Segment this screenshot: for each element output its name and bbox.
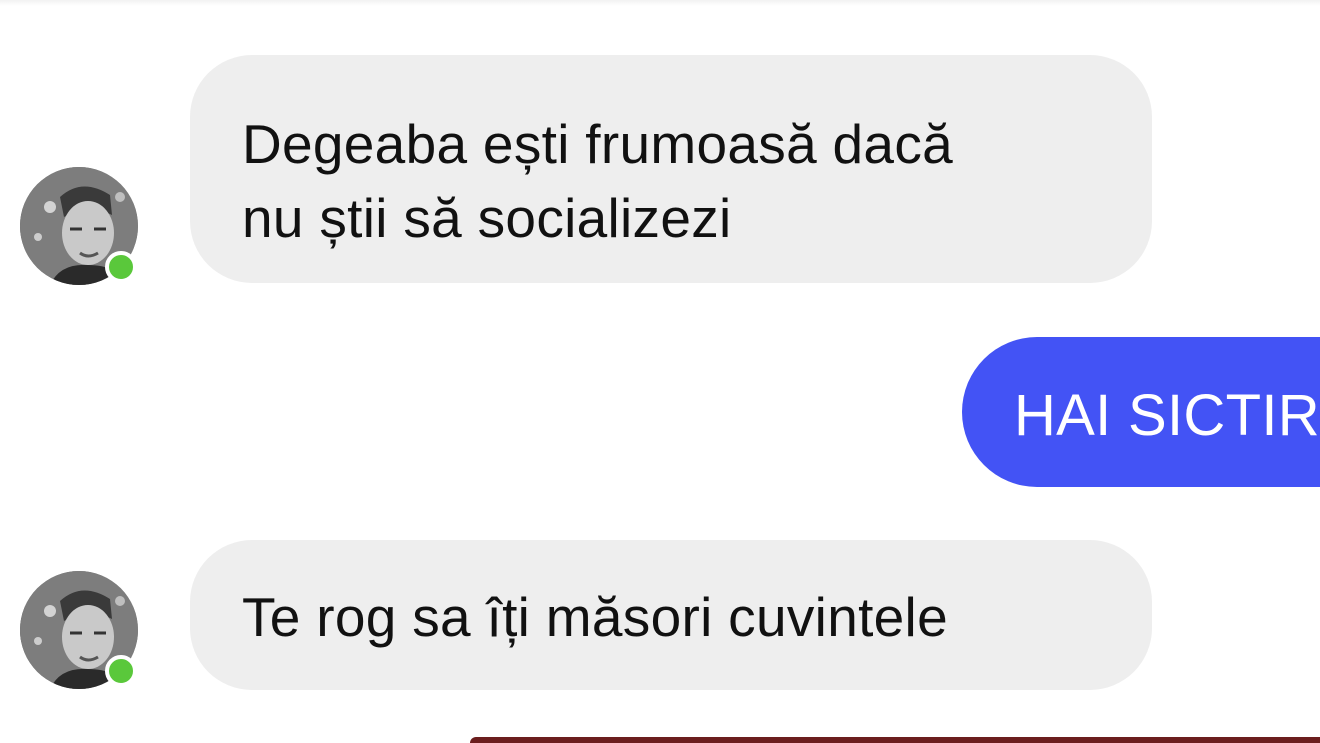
incoming-message-bubble[interactable]: Te rog sa îți măsori cuvintele xyxy=(190,540,1152,690)
message-text: HAI SICTIR xyxy=(1014,383,1320,448)
outgoing-message-bubble[interactable]: HAI SICTIR xyxy=(962,337,1320,487)
message-text-line: nu știi să socializezi xyxy=(242,187,732,249)
incoming-message-bubble[interactable]: Degeaba ești frumoasă dacă nu știi să so… xyxy=(190,55,1152,283)
top-divider xyxy=(0,0,1320,6)
online-status-icon xyxy=(105,251,137,283)
bottom-edge-bar xyxy=(470,737,1320,743)
message-text-line: Degeaba ești frumoasă dacă xyxy=(242,113,954,175)
online-status-icon xyxy=(105,655,137,687)
message-text-line: Te rog sa îți măsori cuvintele xyxy=(242,586,948,648)
